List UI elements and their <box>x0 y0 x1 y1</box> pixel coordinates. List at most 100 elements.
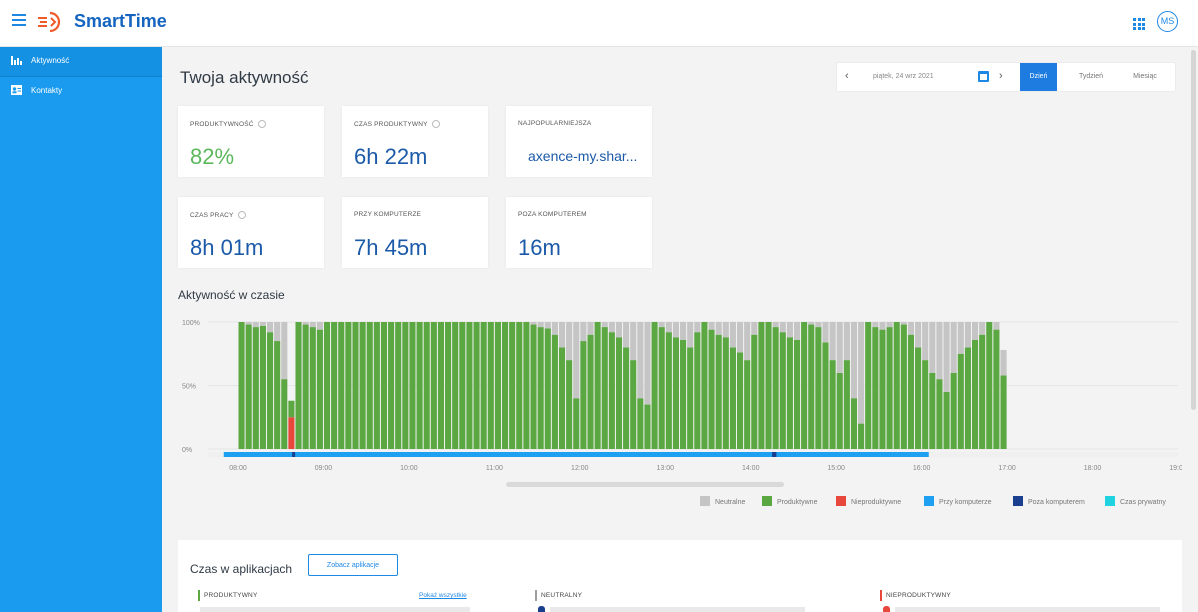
bar-productive <box>594 322 601 449</box>
bar-neutral <box>601 322 608 328</box>
card-label: PRODUKTYWNOŚĆ <box>190 121 254 128</box>
user-avatar[interactable]: MS <box>1157 11 1178 32</box>
app-row[interactable] <box>550 607 805 612</box>
info-icon[interactable] <box>431 120 440 128</box>
x-tick-label: 15:00 <box>827 465 845 472</box>
prev-day-icon[interactable]: ‹ <box>845 70 849 82</box>
bar-neutral <box>544 322 551 329</box>
category-productive: PRODUKTYWNY <box>198 590 257 601</box>
scrollbar-thumb[interactable] <box>1191 50 1196 410</box>
calendar-icon[interactable] <box>978 71 989 82</box>
bar-neutral <box>608 322 615 333</box>
bar-neutral <box>879 322 886 330</box>
tab-month[interactable]: Miesiąc <box>1121 63 1169 91</box>
bar-productive <box>551 334 558 449</box>
bar-neutral <box>993 322 1000 330</box>
bar-productive <box>238 322 245 449</box>
app-row[interactable] <box>200 607 470 612</box>
bar-productive <box>409 322 416 449</box>
tab-day[interactable]: Dzień <box>1020 63 1057 91</box>
app-row[interactable] <box>895 607 1160 612</box>
bar-productive <box>466 322 473 449</box>
bar-productive <box>850 398 858 449</box>
card-label: CZAS PRODUKTYWNY <box>354 121 428 128</box>
next-day-icon[interactable]: › <box>999 70 1003 82</box>
legend-label: Czas prywatny <box>1120 499 1166 506</box>
x-tick-label: 17:00 <box>998 465 1016 472</box>
view-apps-button[interactable]: Zobacz aplikacje <box>308 554 398 576</box>
legend-item[interactable]: Czas prywatny <box>1105 496 1166 506</box>
legend-swatch <box>700 496 710 506</box>
legend-item[interactable]: Poza komputerem <box>1013 496 1085 506</box>
show-all-link[interactable]: Pokaż wszystkie <box>419 592 467 599</box>
bar-productive <box>573 398 580 449</box>
bar-productive <box>865 322 872 449</box>
bar-productive <box>872 327 879 449</box>
bar-productive <box>758 322 765 449</box>
page-scrollbar[interactable] <box>1191 50 1197 590</box>
info-icon[interactable] <box>237 211 246 219</box>
bar-productive <box>331 322 338 449</box>
bar-neutral <box>886 322 893 328</box>
bar-productive <box>772 327 779 449</box>
bar-productive <box>587 334 594 449</box>
bar-productive <box>986 322 993 449</box>
legend-item[interactable]: Nieproduktywne <box>836 496 901 506</box>
x-tick-label: 14:00 <box>742 465 760 472</box>
bar-productive <box>423 322 430 449</box>
bar-neutral <box>537 322 544 328</box>
bar-productive <box>843 360 850 449</box>
category-unproductive: NIEPRODUKTYWNY <box>880 590 951 601</box>
sidebar-item-activity[interactable]: Aktywność <box>0 47 162 77</box>
bar-neutral <box>680 322 687 340</box>
x-tick-label: 10:00 <box>400 465 418 472</box>
bar-productive <box>1000 375 1007 449</box>
bar-productive <box>345 322 352 449</box>
legend-label: Poza komputerem <box>1028 499 1085 506</box>
bar-productive <box>701 322 708 449</box>
bar-productive <box>786 337 793 449</box>
selected-date[interactable]: piątek, 24 wrz 2021 <box>873 73 934 80</box>
bar-productive <box>680 339 687 449</box>
x-tick-label: 13:00 <box>657 465 675 472</box>
timeline-at-computer <box>223 452 929 457</box>
sidebar-item-contacts[interactable]: Kontakty <box>0 77 162 107</box>
bar-unproductive <box>288 417 295 449</box>
bar-productive <box>651 322 658 449</box>
bar-neutral <box>957 322 964 354</box>
bar-neutral <box>551 322 558 335</box>
bar-productive <box>950 372 957 449</box>
bar-productive <box>644 404 651 449</box>
bar-neutral <box>708 322 715 330</box>
bar-productive <box>544 328 551 449</box>
hamburger-menu-icon[interactable] <box>12 14 26 26</box>
bar-neutral <box>566 322 573 361</box>
bar-productive <box>266 332 274 449</box>
legend-label: Przy komputerze <box>939 499 992 506</box>
apps-title: Czas w aplikacjach <box>190 562 293 576</box>
bar-neutral <box>786 322 793 338</box>
sidebar-item-label: Aktywność <box>31 56 70 65</box>
info-icon[interactable] <box>257 120 266 128</box>
bar-productive <box>295 322 302 449</box>
bar-productive <box>829 360 836 449</box>
bar-productive <box>359 322 366 449</box>
app-grid-icon[interactable] <box>1133 18 1145 30</box>
legend-item[interactable]: Produktywne <box>762 496 817 506</box>
bar-productive <box>523 322 530 449</box>
bar-neutral <box>900 322 907 325</box>
most-popular-value[interactable]: axence-my.shar... <box>528 148 637 164</box>
y-tick-label: 0% <box>182 447 192 454</box>
bar-productive <box>302 324 309 449</box>
legend-item[interactable]: Przy komputerze <box>924 496 992 506</box>
bar-productive <box>672 337 680 449</box>
bar-productive <box>815 327 822 449</box>
contact-card-icon <box>11 85 22 95</box>
tab-week[interactable]: Tydzień <box>1069 63 1113 91</box>
bar-productive <box>929 372 936 449</box>
legend-item[interactable]: Neutralne <box>700 496 745 506</box>
smarttime-logo-icon <box>38 11 61 33</box>
bar-productive <box>537 327 544 449</box>
legend-swatch <box>836 496 846 506</box>
bar-neutral <box>281 322 288 380</box>
